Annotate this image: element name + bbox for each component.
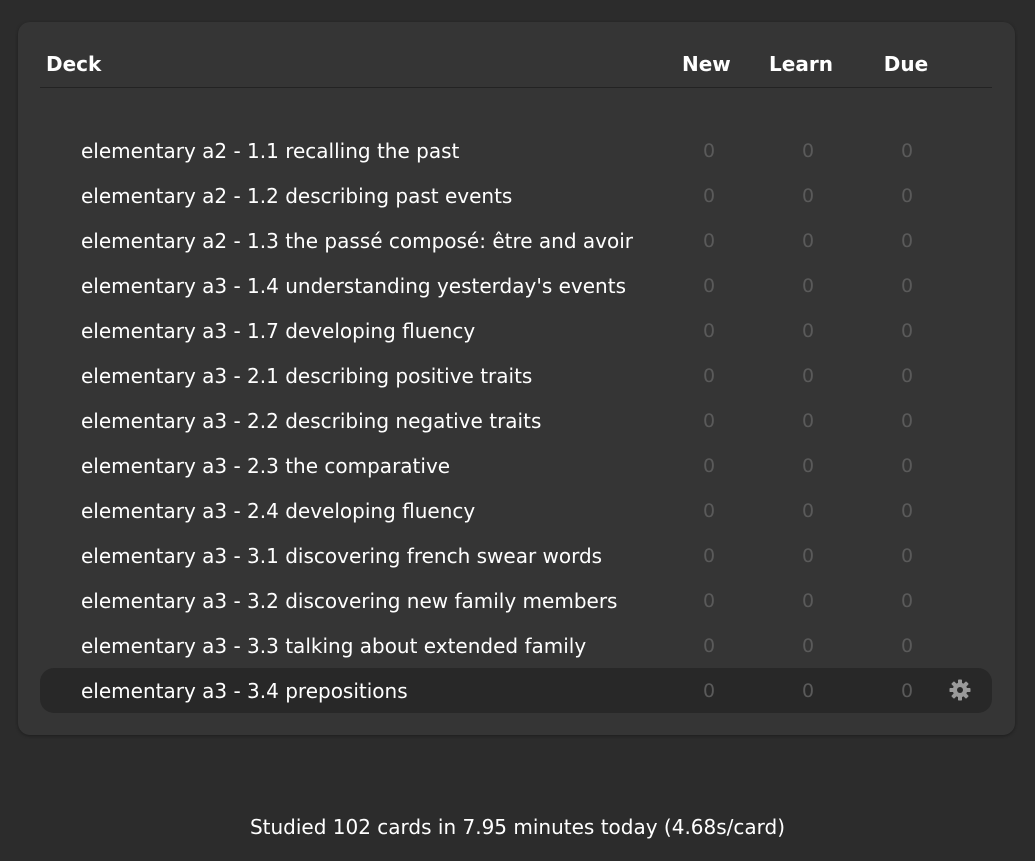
learn-count: 0 (801, 185, 815, 207)
new-count: 0 (702, 500, 716, 522)
deck-name-link[interactable]: elementary a3 - 3.4 prepositions (81, 678, 408, 704)
learn-count: 0 (801, 500, 815, 522)
learn-count: 0 (801, 545, 815, 567)
learn-count: 0 (801, 365, 815, 387)
due-count: 0 (900, 365, 914, 387)
new-count: 0 (702, 680, 716, 702)
deck-table-header: Deck New Learn Due (40, 22, 992, 88)
learn-count: 0 (801, 410, 815, 432)
learn-count: 0 (801, 320, 815, 342)
deck-row[interactable]: elementary a3 - 3.3 talking about extend… (40, 623, 992, 668)
due-count: 0 (900, 500, 914, 522)
learn-count: 0 (801, 275, 815, 297)
deck-row[interactable]: elementary a3 - 2.4 developing fluency 0 0… (40, 488, 992, 533)
deck-name-link[interactable]: elementary a2 - 1.2 describing past even… (81, 183, 512, 209)
new-count: 0 (702, 590, 716, 612)
due-count: 0 (900, 635, 914, 657)
learn-count: 0 (801, 635, 815, 657)
deck-row[interactable]: elementary a3 - 3.2 discovering new fami… (40, 578, 992, 623)
due-count: 0 (900, 185, 914, 207)
deck-name-link[interactable]: elementary a3 - 2.4 developing fluency (81, 498, 475, 524)
new-count: 0 (702, 365, 716, 387)
due-count: 0 (900, 275, 914, 297)
deck-list: elementary a2 - 1.1 recalling the past 0 0… (40, 128, 992, 713)
due-count: 0 (900, 320, 914, 342)
deck-column-header: Deck (46, 52, 102, 76)
learn-count: 0 (801, 140, 815, 162)
due-count: 0 (900, 410, 914, 432)
deck-row[interactable]: elementary a3 - 3.1 discovering french s… (40, 533, 992, 578)
deck-name-link[interactable]: elementary a3 - 2.3 the comparative (81, 453, 450, 479)
deck-row[interactable]: elementary a3 - 1.7 developing fluency 0 0… (40, 308, 992, 353)
study-stats: Studied 102 cards in 7.95 minutes today … (249, 815, 786, 839)
deck-name-link[interactable]: elementary a3 - 3.1 discovering french s… (81, 543, 602, 569)
deck-row[interactable]: elementary a3 - 3.4 prepositions 0 0 0 (40, 668, 992, 713)
deck-row[interactable]: elementary a3 - 1.4 understanding yester… (40, 263, 992, 308)
deck-row[interactable]: elementary a2 - 1.1 recalling the past 0 0… (40, 128, 992, 173)
deck-name-link[interactable]: elementary a2 - 1.1 recalling the past (81, 138, 459, 164)
deck-name-link[interactable]: elementary a3 - 3.3 talking about extend… (81, 633, 586, 659)
new-count: 0 (702, 410, 716, 432)
new-count: 0 (702, 230, 716, 252)
new-count: 0 (702, 635, 716, 657)
due-column-header: Due (883, 52, 929, 76)
new-count: 0 (702, 320, 716, 342)
due-count: 0 (900, 545, 914, 567)
deck-name-link[interactable]: elementary a3 - 3.2 discovering new fami… (81, 588, 617, 614)
deck-list-panel: Deck New Learn Due elementary a2 - 1.1 r… (18, 22, 1015, 735)
due-count: 0 (900, 230, 914, 252)
due-count: 0 (900, 680, 914, 702)
deck-name-link[interactable]: elementary a3 - 1.4 understanding yester… (81, 273, 626, 299)
deck-row[interactable]: elementary a3 - 2.2 describing negative … (40, 398, 992, 443)
deck-row[interactable]: elementary a3 - 2.1 describing positive … (40, 353, 992, 398)
deck-row[interactable]: elementary a2 - 1.2 describing past even… (40, 173, 992, 218)
due-count: 0 (900, 455, 914, 477)
deck-row[interactable]: elementary a3 - 2.3 the comparative 0 0 0 (40, 443, 992, 488)
learn-count: 0 (801, 590, 815, 612)
deck-name-link[interactable]: elementary a3 - 2.1 describing positive … (81, 363, 532, 389)
gear-icon[interactable] (948, 678, 972, 702)
deck-row[interactable]: elementary a2 - 1.3 the passé composé: ê… (40, 218, 992, 263)
new-count: 0 (702, 185, 716, 207)
new-count: 0 (702, 545, 716, 567)
deck-name-link[interactable]: elementary a3 - 1.7 developing fluency (81, 318, 475, 344)
new-count: 0 (702, 140, 716, 162)
new-count: 0 (702, 455, 716, 477)
learn-count: 0 (801, 680, 815, 702)
due-count: 0 (900, 590, 914, 612)
learn-column-header: Learn (769, 52, 833, 76)
learn-count: 0 (801, 455, 815, 477)
due-count: 0 (900, 140, 914, 162)
learn-count: 0 (801, 230, 815, 252)
new-column-header: New (682, 52, 731, 76)
new-count: 0 (702, 275, 716, 297)
deck-name-link[interactable]: elementary a3 - 2.2 describing negative … (81, 408, 541, 434)
deck-name-link[interactable]: elementary a2 - 1.3 the passé composé: ê… (81, 228, 633, 254)
